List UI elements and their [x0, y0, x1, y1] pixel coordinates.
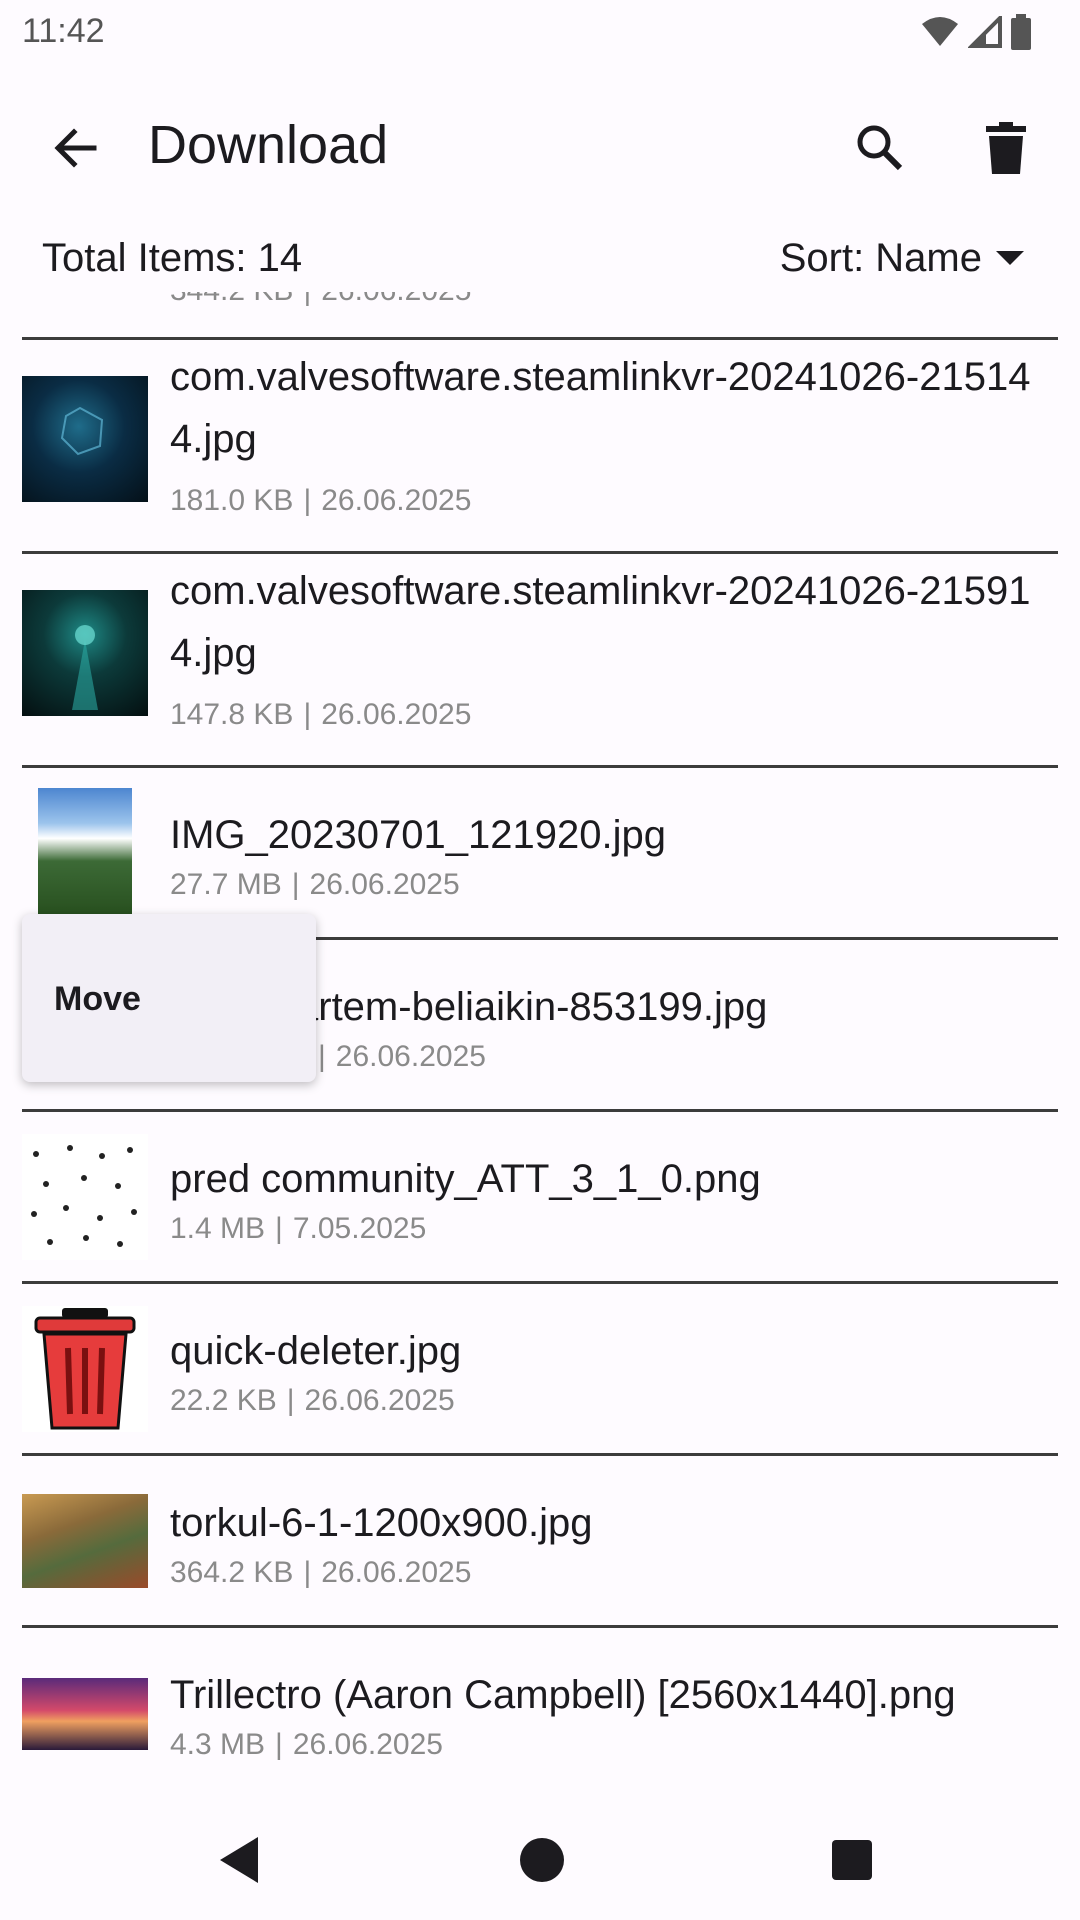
file-size: 344.2 KB: [170, 292, 293, 307]
meta-separator: |: [303, 484, 312, 517]
file-size: 22.2 KB: [170, 1384, 277, 1417]
file-name: artem-beliaikin-853199.jpg: [296, 985, 768, 1029]
file-thumbnail: [22, 1134, 148, 1260]
context-menu: Move: [22, 914, 316, 1082]
back-button[interactable]: [40, 112, 112, 184]
file-date: 26.06.2025: [335, 1040, 486, 1073]
file-size: 27.7 MB: [170, 868, 282, 901]
list-item[interactable]: pred community_ATT_3_1_0.png 1.4 MB | 7.05…: [22, 1112, 1058, 1284]
list-item[interactable]: com.valvesoftware.steamlinkvr-20241026-2…: [22, 554, 1058, 768]
file-thumbnail: [22, 1678, 148, 1750]
file-size: 1.4 MB: [170, 1212, 266, 1245]
file-meta: 27.7 MB | 26.06.2025: [170, 868, 460, 902]
file-name: pred community_ATT_3_1_0.png: [170, 1157, 761, 1201]
file-date: 26.06.2025: [321, 292, 471, 307]
meta-separator: |: [275, 1728, 283, 1761]
meta-separator: |: [303, 698, 312, 731]
arrow-back-icon: [54, 128, 97, 168]
search-icon: [857, 125, 903, 171]
file-name: Trillectro (Aaron Campbell) [2560x1440].…: [170, 1673, 956, 1717]
delete-button[interactable]: [970, 112, 1042, 184]
file-size: 364.2 KB: [170, 1556, 294, 1589]
list-item[interactable]: 344.2 KB | 26.06.2025: [22, 292, 1058, 340]
file-thumbnail: [22, 1306, 148, 1432]
sort-dropdown[interactable]: Sort: Name: [780, 236, 1024, 281]
file-name: com.valvesoftware.steamlinkvr-20241026-2…: [170, 355, 1031, 461]
dropdown-arrow-icon: [996, 250, 1024, 265]
list-header: Total Items: 14 Sort: Name: [0, 236, 1080, 292]
list-item[interactable]: quick-deleter.jpg 22.2 KB | 26.06.2025: [22, 1284, 1058, 1456]
trash-icon: [986, 122, 1026, 174]
page-title: Download: [148, 115, 389, 175]
menu-item-move[interactable]: Move: [54, 980, 141, 1019]
file-meta: 1.4 MB | 7.05.2025: [170, 1212, 426, 1246]
file-meta: 4.3 MB | 26.06.2025: [170, 1728, 443, 1762]
list-item[interactable]: torkul-6-1-1200x900.jpg 364.2 KB | 26.06.2…: [22, 1456, 1058, 1628]
nav-recents-button[interactable]: [822, 1830, 882, 1890]
signal-icon: [968, 16, 1002, 48]
nav-recents-icon: [832, 1840, 872, 1880]
status-time: 11:42: [22, 12, 105, 50]
file-thumbnail: [38, 788, 132, 914]
sort-label: Sort: Name: [779, 236, 982, 280]
file-meta: 364.2 KB | 26.06.2025: [170, 1556, 471, 1590]
file-thumbnail: [22, 590, 148, 716]
file-date: 26.06.2025: [321, 484, 472, 517]
file-date: 26.06.2025: [304, 1384, 455, 1417]
trash-can-image: [34, 1308, 136, 1430]
file-date: 7.05.2025: [292, 1212, 427, 1245]
file-name: torkul-6-1-1200x900.jpg: [170, 1501, 593, 1545]
wifi-icon: [922, 17, 958, 46]
file-meta: 22.2 KB | 26.06.2025: [170, 1384, 455, 1418]
meta-separator: |: [275, 1212, 283, 1245]
file-meta: | 26.06.2025: [318, 1040, 486, 1074]
meta-separator: |: [286, 1384, 295, 1417]
file-date: 26.06.2025: [292, 1728, 443, 1761]
navigation-bar: [0, 1800, 1080, 1920]
total-items-label: Total Items: 14: [42, 236, 303, 280]
nav-home-icon: [520, 1838, 564, 1882]
nav-back-button[interactable]: [208, 1830, 268, 1890]
file-date: 26.06.2025: [309, 868, 460, 901]
battery-icon: [1011, 14, 1031, 50]
file-meta: 147.8 KB | 26.06.2025: [170, 698, 471, 732]
file-name: quick-deleter.jpg: [170, 1329, 462, 1373]
file-meta: 181.0 KB | 26.06.2025: [170, 484, 471, 518]
meta-separator: |: [318, 1040, 326, 1073]
file-meta: 344.2 KB | 26.06.2025: [170, 292, 471, 308]
nav-home-button[interactable]: [512, 1830, 572, 1890]
file-date: 26.06.2025: [321, 698, 472, 731]
file-thumbnail: [22, 376, 148, 502]
meta-separator: |: [291, 868, 300, 901]
file-name: com.valvesoftware.steamlinkvr-20241026-2…: [170, 569, 1031, 675]
file-name: IMG_20230701_121920.jpg: [170, 813, 666, 857]
status-icons: [920, 14, 1032, 50]
search-button[interactable]: [844, 112, 916, 184]
status-bar: 11:42: [0, 0, 1080, 64]
top-app-bar: Download: [0, 70, 1080, 226]
list-item[interactable]: Trillectro (Aaron Campbell) [2560x1440].…: [22, 1628, 1058, 1792]
file-size: 4.3 MB: [170, 1728, 266, 1761]
nav-back-icon: [220, 1837, 258, 1883]
meta-separator: |: [303, 1556, 312, 1589]
file-date: 26.06.2025: [321, 1556, 472, 1589]
file-size: 181.0 KB: [170, 484, 294, 517]
file-thumbnail: [22, 1494, 148, 1588]
file-size: 147.8 KB: [170, 698, 294, 731]
list-item[interactable]: com.valvesoftware.steamlinkvr-20241026-2…: [22, 340, 1058, 554]
meta-separator: |: [303, 292, 311, 307]
